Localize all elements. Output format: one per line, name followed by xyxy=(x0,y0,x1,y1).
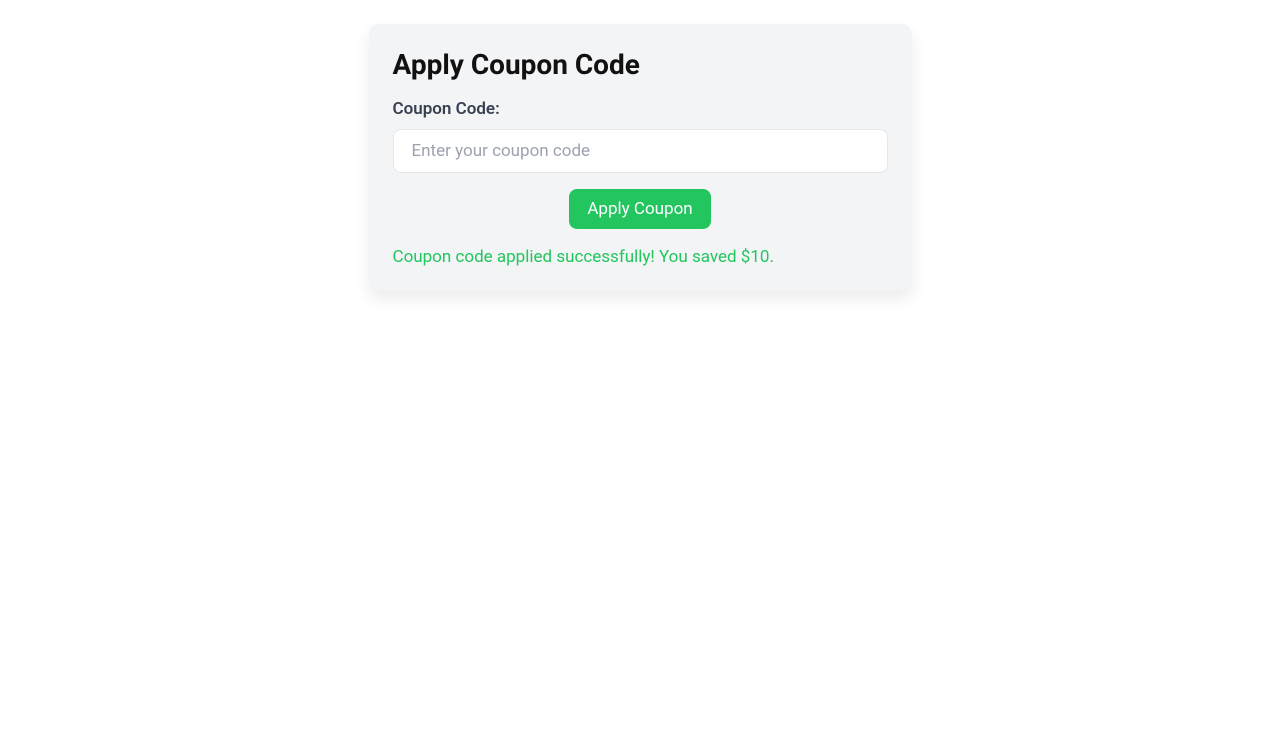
card-title: Apply Coupon Code xyxy=(393,48,888,81)
coupon-code-input[interactable] xyxy=(393,129,888,173)
button-wrapper: Apply Coupon xyxy=(393,189,888,229)
coupon-code-label: Coupon Code: xyxy=(393,99,888,119)
coupon-card: Apply Coupon Code Coupon Code: Apply Cou… xyxy=(369,24,912,291)
success-message: Coupon code applied successfully! You sa… xyxy=(393,247,888,267)
apply-coupon-button[interactable]: Apply Coupon xyxy=(569,189,710,229)
